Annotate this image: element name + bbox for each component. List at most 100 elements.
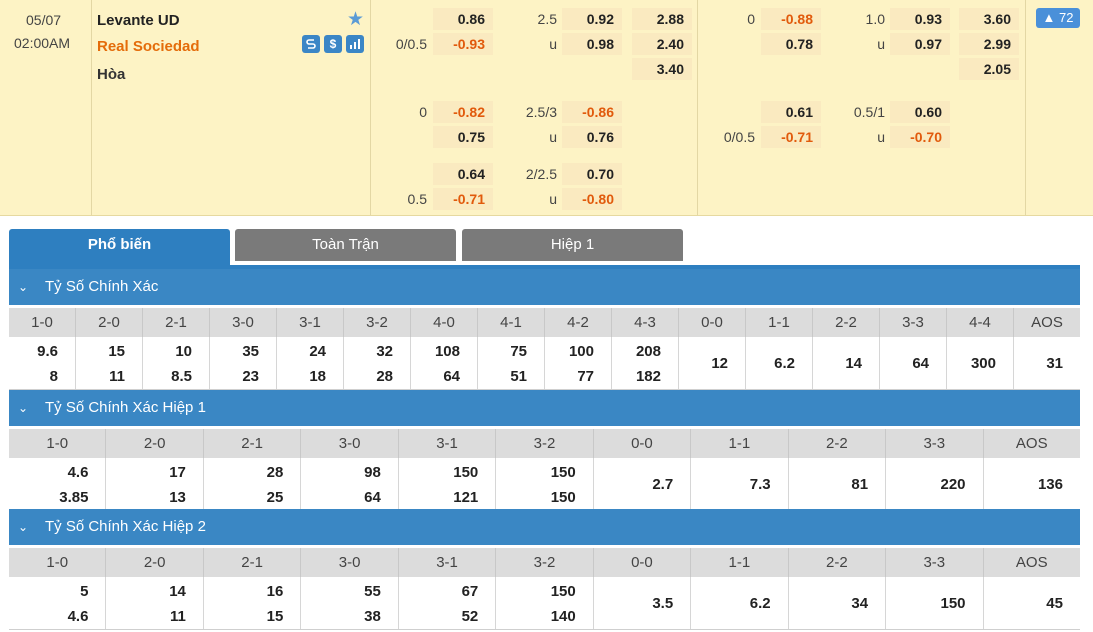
score-odds-cell[interactable]: 81: [789, 458, 887, 510]
ah-away-odds[interactable]: 0.75: [433, 126, 493, 148]
score-odds-cell[interactable]: 15 11: [76, 337, 143, 389]
score-odds-cell[interactable]: 300: [947, 337, 1014, 389]
odds-value-bottom: 8.5: [171, 368, 192, 385]
ah-home-odds[interactable]: -0.88: [761, 8, 821, 30]
score-odds-cell[interactable]: 6.2: [691, 577, 789, 629]
score-odds-cell[interactable]: 12: [679, 337, 746, 389]
odds-value: 34: [851, 595, 869, 612]
tab-full-match[interactable]: Toàn Trận: [235, 229, 456, 261]
s-icon[interactable]: [302, 35, 320, 53]
1x2-away-odds[interactable]: 2.99: [959, 33, 1019, 55]
score-odds-cell[interactable]: 14: [813, 337, 880, 389]
home-team[interactable]: Levante UD: [97, 12, 180, 29]
ah-home-odds[interactable]: 0.86: [433, 8, 493, 30]
1x2-draw-odds[interactable]: 3.40: [632, 58, 692, 80]
ou-over-odds[interactable]: -0.86: [562, 101, 622, 123]
score-odds-cell[interactable]: 35 23: [210, 337, 277, 389]
odds-value-top: 35: [242, 343, 259, 360]
score-odds-cell[interactable]: 14 11: [106, 577, 204, 629]
score-odds-cell[interactable]: 150 121: [399, 458, 497, 510]
section-header[interactable]: ⌄ Tỷ Số Chính Xác: [9, 269, 1080, 305]
score-odds-cell[interactable]: 150: [886, 577, 984, 629]
score-odds-row: 4.6 3.85 17 13 28 25 98 64 150 121 150 150 2.7 7.3 81 2…: [9, 458, 1080, 511]
score-odds-cell[interactable]: 136: [984, 458, 1080, 510]
score-odds-cell[interactable]: 108 64: [411, 337, 478, 389]
score-label: 3-2: [496, 548, 594, 577]
odds-value-top: 75: [510, 343, 527, 360]
score-odds-cell[interactable]: 75 51: [478, 337, 545, 389]
1x2-home-odds[interactable]: 3.60: [959, 8, 1019, 30]
score-label: 3-1: [277, 308, 344, 337]
chart-icon[interactable]: [346, 35, 364, 53]
odds-value-bottom: 140: [550, 608, 576, 625]
score-odds-cell[interactable]: 31: [1014, 337, 1080, 389]
odds-value: 136: [1037, 476, 1063, 493]
odds-value-bottom: 3.85: [59, 489, 89, 506]
ou-line: 2.5: [537, 11, 557, 27]
1x2-away-odds[interactable]: 2.40: [632, 33, 692, 55]
ou-under-odds[interactable]: -0.70: [890, 126, 950, 148]
section-header[interactable]: ⌄ Tỷ Số Chính Xác Hiệp 2: [9, 509, 1080, 545]
score-label: 2-1: [143, 308, 210, 337]
ah-away-odds[interactable]: 0.78: [761, 33, 821, 55]
score-label: 3-2: [496, 429, 594, 458]
score-label: 3-3: [886, 548, 984, 577]
tab-popular[interactable]: Phổ biến: [9, 229, 230, 266]
score-odds-cell[interactable]: 67 52: [399, 577, 497, 629]
score-odds-cell[interactable]: 16 15: [204, 577, 302, 629]
score-odds-cell[interactable]: 220: [886, 458, 984, 510]
ah-away-odds[interactable]: -0.71: [433, 188, 493, 210]
score-label-row: 1-0 2-0 2-1 3-0 3-1 3-2 0-0 1-1 2-2 3-3 AOS: [9, 429, 1080, 458]
ou-under-odds[interactable]: -0.80: [562, 188, 622, 210]
score-odds-cell[interactable]: 55 38: [301, 577, 399, 629]
1x2-home-odds[interactable]: 2.88: [632, 8, 692, 30]
score-odds-cell[interactable]: 45: [984, 577, 1080, 629]
tab-first-half[interactable]: Hiệp 1: [462, 229, 683, 261]
score-odds-cell[interactable]: 150 140: [496, 577, 594, 629]
more-markets-button[interactable]: ▲ 72: [1036, 8, 1080, 28]
score-odds-cell[interactable]: 9.6 8: [9, 337, 76, 389]
dollar-icon[interactable]: $: [324, 35, 342, 53]
star-icon[interactable]: ★: [347, 8, 364, 31]
score-odds-cell[interactable]: 150 150: [496, 458, 594, 510]
chevron-down-icon[interactable]: ⌄: [18, 509, 28, 545]
ou-over-odds[interactable]: 0.93: [890, 8, 950, 30]
score-odds-cell[interactable]: 6.2: [746, 337, 813, 389]
ou-over-odds[interactable]: 0.70: [562, 163, 622, 185]
score-odds-cell[interactable]: 98 64: [301, 458, 399, 510]
score-odds-cell[interactable]: 5 4.6: [9, 577, 107, 629]
ou-under-odds[interactable]: 0.97: [890, 33, 950, 55]
score-odds-cell[interactable]: 10 8.5: [143, 337, 210, 389]
score-odds-cell[interactable]: 4.6 3.85: [9, 458, 107, 510]
section-header[interactable]: ⌄ Tỷ Số Chính Xác Hiệp 1: [9, 390, 1080, 426]
score-odds-cell[interactable]: 17 13: [106, 458, 204, 510]
ou-under-odds[interactable]: 0.98: [562, 33, 622, 55]
ah-home-odds[interactable]: 0.61: [761, 101, 821, 123]
ou-over-odds[interactable]: 0.92: [562, 8, 622, 30]
chevron-down-icon[interactable]: ⌄: [18, 390, 28, 426]
ah-away-odds[interactable]: -0.71: [761, 126, 821, 148]
odds-value: 2.7: [652, 476, 674, 493]
score-odds-cell[interactable]: 2.7: [594, 458, 692, 510]
odds-value-top: 9.6: [37, 343, 58, 360]
score-odds-cell[interactable]: 32 28: [344, 337, 411, 389]
score-odds-cell[interactable]: 3.5: [594, 577, 692, 629]
score-odds-cell[interactable]: 24 18: [277, 337, 344, 389]
score-odds-cell[interactable]: 64: [880, 337, 947, 389]
score-label: 4-4: [947, 308, 1014, 337]
1x2-draw-odds[interactable]: 2.05: [959, 58, 1019, 80]
score-odds-cell[interactable]: 208 182: [612, 337, 679, 389]
away-team[interactable]: Real Sociedad: [97, 38, 200, 55]
ah-home-odds[interactable]: 0.64: [433, 163, 493, 185]
odds-value-top: 108: [434, 343, 460, 360]
ou-under-odds[interactable]: 0.76: [562, 126, 622, 148]
score-odds-cell[interactable]: 7.3: [691, 458, 789, 510]
score-odds-cell[interactable]: 100 77: [545, 337, 612, 389]
odds-value-bottom: 64: [443, 368, 460, 385]
ah-away-odds[interactable]: -0.93: [433, 33, 493, 55]
score-odds-cell[interactable]: 34: [789, 577, 887, 629]
chevron-down-icon[interactable]: ⌄: [18, 269, 28, 305]
ah-home-odds[interactable]: -0.82: [433, 101, 493, 123]
ou-over-odds[interactable]: 0.60: [890, 101, 950, 123]
score-odds-cell[interactable]: 28 25: [204, 458, 302, 510]
